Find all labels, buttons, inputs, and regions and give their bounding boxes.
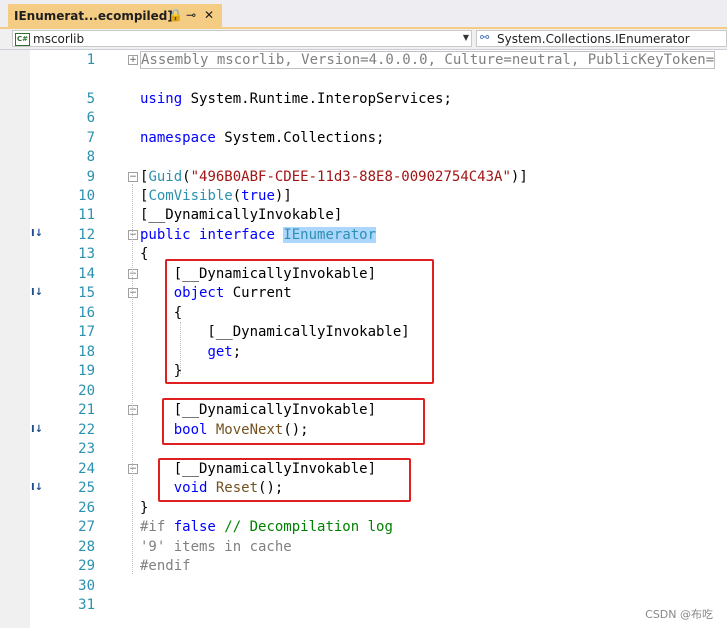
code-line: [Guid("496B0ABF-CDEE-11d3-88E8-00902754C…: [140, 169, 528, 185]
collapse-toggle[interactable]: −: [128, 230, 138, 240]
keyword: interface: [199, 227, 275, 243]
code-line: }: [140, 500, 149, 516]
line-number: 5: [86, 91, 95, 107]
line-number: 8: [86, 149, 95, 165]
line-number: 23: [78, 441, 95, 457]
code-line: {: [140, 246, 149, 262]
code-text: (: [232, 188, 242, 204]
keyword: namespace: [140, 130, 216, 146]
line-number: 19: [78, 363, 95, 379]
annotation-box-movenext: [162, 398, 425, 445]
preprocessor-directive: #endif: [140, 558, 191, 574]
navigation-bar: C# mscorlib ▼ ⚯ System.Collections.IEnum…: [0, 29, 727, 50]
keyword: public: [140, 227, 191, 243]
implemented-by-icon[interactable]: I↓: [31, 287, 51, 301]
line-number: 9: [86, 169, 95, 185]
highlighted-type-name[interactable]: IEnumerator: [283, 227, 377, 243]
string-literal: "496B0ABF-CDEE-11d3-88E8-00902754C43A": [190, 169, 511, 185]
attribute-name: Guid: [148, 169, 183, 185]
tab-strip: IEnumerat...ecompiled] 🔒 ⊸ ✕: [0, 0, 727, 29]
code-text: System.Runtime.InteropServices;: [182, 91, 452, 107]
keyword: false: [173, 519, 216, 535]
expand-toggle[interactable]: +: [128, 55, 138, 65]
code-line: [__DynamicallyInvokable]: [140, 207, 343, 223]
code-line: using System.Runtime.InteropServices;: [140, 91, 452, 107]
line-number: 29: [78, 558, 95, 574]
interface-icon: ⚯: [480, 31, 490, 44]
line-number: 30: [78, 578, 95, 594]
type-combo-value: System.Collections.IEnumerator: [497, 32, 690, 46]
document-tab[interactable]: IEnumerat...ecompiled] 🔒 ⊸ ✕: [8, 4, 222, 27]
line-number: 6: [86, 110, 95, 126]
collapse-toggle[interactable]: −: [128, 405, 138, 415]
disabled-code: '9' items in cache: [140, 539, 292, 555]
implemented-by-icon[interactable]: I↓: [31, 228, 51, 242]
line-number: 11: [78, 207, 95, 223]
collapse-toggle[interactable]: −: [128, 464, 138, 474]
collapsed-header-text[interactable]: Assembly mscorlib, Version=4.0.0.0, Cult…: [140, 51, 716, 69]
comment: // Decompilation log: [215, 519, 393, 535]
watermark: CSDN @布吃: [645, 608, 713, 621]
close-icon[interactable]: ✕: [204, 8, 214, 22]
code-line: #if false // Decompilation log: [140, 519, 393, 535]
line-number: 1: [86, 52, 95, 68]
code-line: namespace System.Collections;: [140, 130, 384, 146]
pin-icon[interactable]: ⊸: [186, 8, 196, 22]
keyword: using: [140, 91, 183, 107]
csharp-project-icon: C#: [15, 33, 30, 46]
line-number: 16: [78, 305, 95, 321]
preprocessor-directive: #if: [140, 519, 174, 535]
implemented-by-icon[interactable]: I↓: [31, 482, 51, 496]
line-number: 13: [78, 246, 95, 262]
project-combo-value: mscorlib: [33, 32, 85, 46]
outline-guide: [132, 184, 133, 574]
line-number: 21: [78, 402, 95, 418]
annotation-box-current: [165, 259, 434, 384]
chevron-down-icon[interactable]: ▼: [463, 33, 469, 42]
code-line: [ComVisible(true)]: [140, 188, 292, 204]
implemented-by-icon[interactable]: I↓: [31, 424, 51, 438]
line-number: 28: [78, 539, 95, 555]
line-number: 26: [78, 500, 95, 516]
line-number: 17: [78, 324, 95, 340]
line-number: 7: [86, 130, 95, 146]
line-number: 14: [78, 266, 95, 282]
tab-title: IEnumerat...ecompiled]: [14, 9, 173, 23]
line-number: 18: [78, 344, 95, 360]
type-combo[interactable]: ⚯ System.Collections.IEnumerator: [476, 30, 727, 47]
code-line: '9' items in cache: [140, 539, 292, 555]
annotation-box-reset: [158, 458, 411, 502]
line-number: 10: [78, 188, 95, 204]
collapse-toggle[interactable]: −: [128, 288, 138, 298]
line-number: 27: [78, 519, 95, 535]
collapse-toggle[interactable]: −: [128, 172, 138, 182]
code-text: )]: [274, 188, 292, 204]
code-text: System.Collections;: [215, 130, 385, 146]
code-text: )]: [510, 169, 528, 185]
collapse-toggle[interactable]: −: [128, 269, 138, 279]
code-text: (: [182, 169, 191, 185]
line-number: 31: [78, 597, 95, 613]
attribute-name: ComVisible: [148, 188, 233, 204]
project-combo[interactable]: C# mscorlib ▼: [12, 30, 472, 47]
code-line: public interface IEnumerator: [140, 227, 377, 243]
code-line: Assembly mscorlib, Version=4.0.0.0, Cult…: [140, 51, 716, 69]
keyword: true: [241, 188, 275, 204]
indicator-margin: [0, 50, 30, 628]
lock-icon: 🔒: [168, 8, 183, 22]
line-number: 24: [78, 461, 95, 477]
line-number: 20: [78, 383, 95, 399]
code-line: #endif: [140, 558, 191, 574]
